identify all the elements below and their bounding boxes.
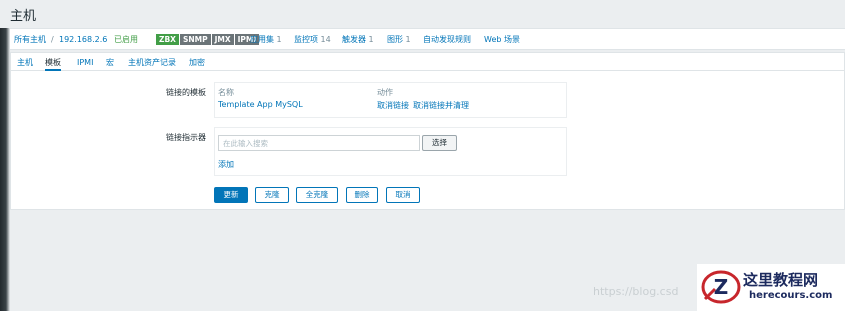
full-clone-button[interactable]: 全克隆: [296, 187, 338, 203]
left-edge-shadow: [0, 28, 10, 311]
tab-host[interactable]: 主机: [17, 58, 33, 68]
web-scenarios-link[interactable]: Web 场景: [484, 35, 520, 45]
breadcrumb-separator: /: [51, 35, 54, 44]
tab-templates[interactable]: 模板: [45, 58, 61, 71]
watermark-text: https://blog.csd: [593, 285, 679, 298]
triggers-link[interactable]: 触发器 1: [342, 35, 374, 45]
logo-title: 这里教程网: [743, 271, 819, 289]
availability-tags: ZBX SNMP JMX IPMI: [156, 34, 260, 45]
cancel-button[interactable]: 取消: [386, 187, 420, 203]
tab-macros[interactable]: 宏: [106, 58, 114, 68]
linked-templates-table: 名称 动作 Template App MySQL 取消链接 取消链接并清理: [214, 82, 567, 118]
update-button[interactable]: 更新: [214, 187, 248, 203]
page-title: 主机: [10, 9, 37, 24]
delete-button[interactable]: 删除: [346, 187, 378, 203]
host-status[interactable]: 已启用: [114, 35, 138, 45]
tab-ipmi[interactable]: IPMI: [77, 58, 93, 68]
add-link[interactable]: 添加: [218, 159, 234, 170]
tab-encryption[interactable]: 加密: [189, 58, 205, 68]
unlink-and-clear-link[interactable]: 取消链接并清理: [413, 100, 469, 111]
breadcrumb-host[interactable]: 192.168.2.6: [59, 35, 107, 45]
host-form-panel: 主机 模板 IPMI 宏 主机资产记录 加密 链接的模板 名称 动作 Templ…: [10, 52, 845, 210]
breadcrumb-all-hosts[interactable]: 所有主机: [14, 35, 46, 45]
linked-templates-label: 链接的模板: [166, 88, 206, 97]
clone-button[interactable]: 克隆: [255, 187, 289, 203]
template-link[interactable]: Template App MySQL: [218, 100, 303, 109]
items-link[interactable]: 监控项 14: [294, 35, 331, 45]
snmp-tag: SNMP: [179, 34, 211, 45]
zbx-tag: ZBX: [156, 34, 179, 45]
jmx-tag: JMX: [211, 34, 234, 45]
select-button[interactable]: 选择: [422, 135, 457, 151]
column-action-header: 动作: [377, 88, 393, 97]
tab-inventory[interactable]: 主机资产记录: [128, 58, 176, 68]
discovery-rules-link[interactable]: 自动发现规则: [423, 35, 471, 45]
tab-strip: 主机 模板 IPMI 宏 主机资产记录 加密: [11, 53, 845, 71]
template-search-input[interactable]: [218, 135, 420, 151]
link-indicator-label: 链接指示器: [166, 133, 206, 142]
logo-url: herecours.com: [749, 290, 833, 301]
host-header-bar: 所有主机 / 192.168.2.6 已启用 ZBX SNMP JMX IPMI…: [10, 28, 845, 50]
applications-link[interactable]: 应用集 1: [250, 35, 282, 45]
logo-mark-letter: Z: [714, 275, 729, 299]
column-name-header: 名称: [218, 88, 234, 97]
site-logo: Z 这里教程网 herecours.com: [697, 264, 845, 311]
unlink-link[interactable]: 取消链接: [377, 100, 409, 111]
graphs-link[interactable]: 图形 1: [387, 35, 411, 45]
logo-mark-icon: Z: [701, 270, 741, 304]
